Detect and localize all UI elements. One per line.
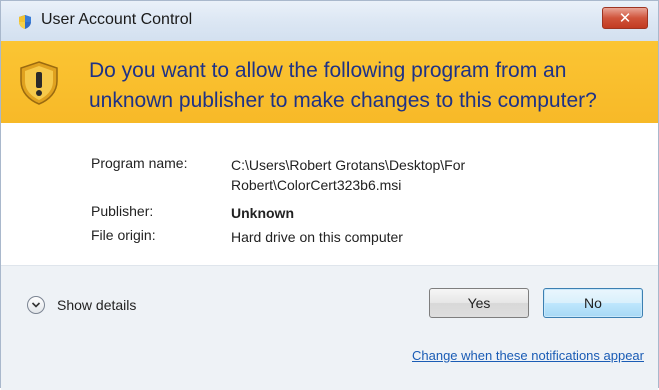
change-notifications-link[interactable]: Change when these notifications appear	[412, 348, 644, 363]
file-origin-label: File origin:	[91, 227, 156, 243]
warning-banner: Do you want to allow the following progr…	[1, 41, 658, 123]
close-icon: ✕	[618, 10, 632, 27]
close-button[interactable]: ✕	[602, 7, 648, 29]
file-origin-value: Hard drive on this computer	[231, 229, 403, 245]
no-button[interactable]: No	[543, 288, 643, 318]
dialog-footer: Show details Yes No Change when these no…	[1, 265, 658, 390]
program-path-line2: Robert\ColorCert323b6.msi	[231, 177, 402, 193]
program-name-label: Program name:	[91, 155, 188, 171]
window-title: User Account Control	[41, 11, 193, 28]
publisher-value: Unknown	[231, 205, 294, 221]
show-details-label: Show details	[57, 297, 137, 313]
uac-dialog: User Account Control ✕ Do you want to al…	[0, 0, 659, 390]
chevron-down-icon	[27, 296, 45, 314]
program-details: Program name: C:\Users\Robert Grotans\De…	[1, 123, 658, 265]
uac-shield-warning-icon	[20, 61, 58, 105]
yes-button[interactable]: Yes	[429, 288, 529, 318]
uac-question: Do you want to allow the following progr…	[89, 59, 597, 112]
program-path-line1: C:\Users\Robert Grotans\Desktop\For	[231, 157, 466, 173]
publisher-label: Publisher:	[91, 203, 154, 219]
uac-shield-icon	[19, 15, 31, 29]
title-bar: User Account Control ✕	[1, 1, 658, 41]
show-details-toggle[interactable]: Show details	[27, 294, 136, 316]
program-name-value: C:\Users\Robert Grotans\Desktop\For Robe…	[231, 155, 561, 195]
